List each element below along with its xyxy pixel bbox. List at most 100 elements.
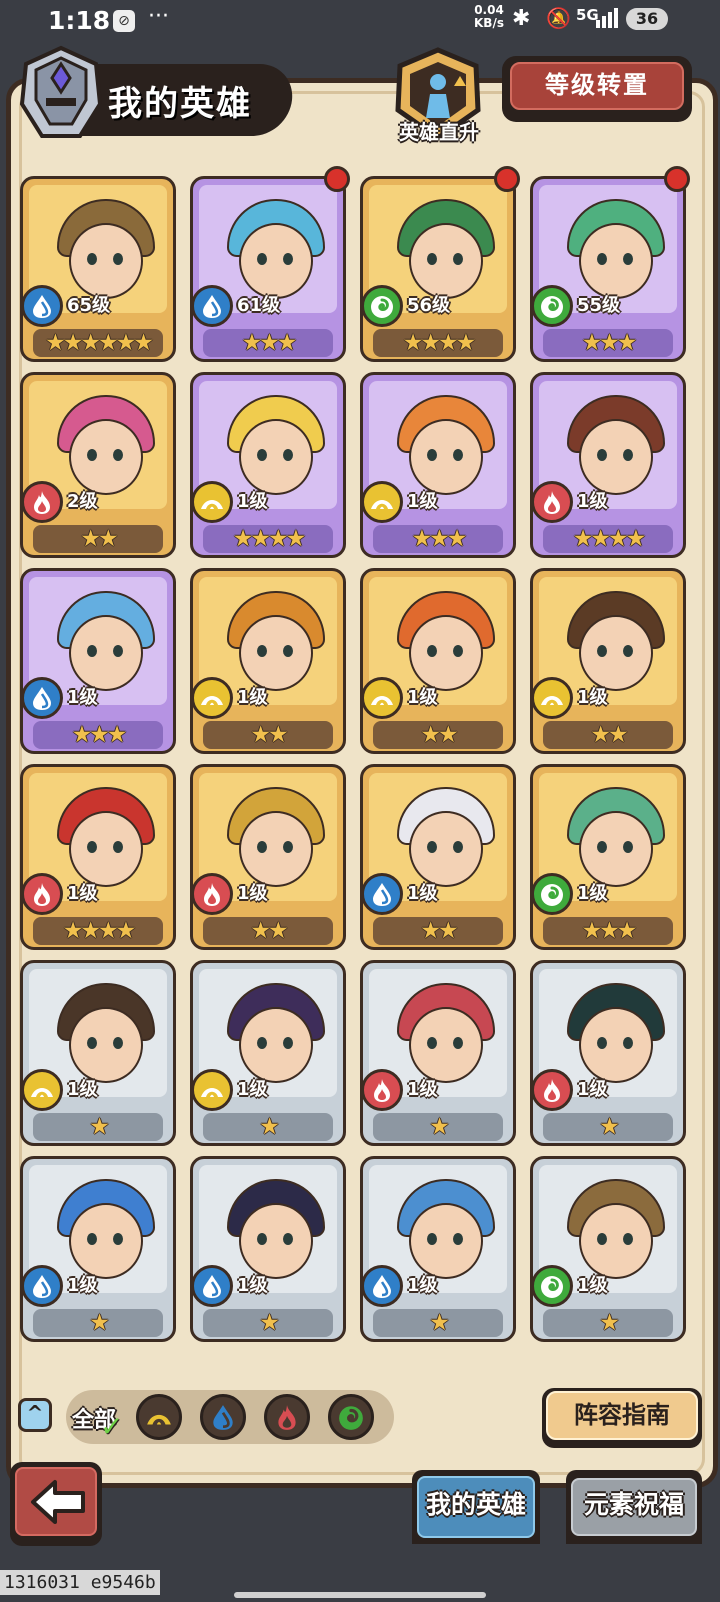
hero-card[interactable]: 1级 ★ [20, 1156, 176, 1342]
lineup-guide-button[interactable]: 阵容指南 [542, 1388, 702, 1448]
element-water-icon [23, 285, 63, 327]
hero-level: 56级 [407, 295, 451, 316]
hero-card[interactable]: 65级 ★★★★★★ [20, 176, 176, 362]
hero-card[interactable]: 55级 ★★★ [530, 176, 686, 362]
filter-water-button[interactable] [200, 1394, 246, 1440]
hero-card[interactable]: 1级 ★★ [530, 568, 686, 754]
home-indicator[interactable] [234, 1592, 486, 1598]
collapse-toggle-button[interactable]: ^ [18, 1398, 52, 1432]
tab-element-blessing-label[interactable]: 元素祝福 [571, 1478, 697, 1536]
hero-card[interactable]: 61级 ★★★ [190, 176, 346, 362]
hero-card[interactable]: 1级 ★★★ [20, 568, 176, 754]
star-icons: ★★ [420, 918, 458, 944]
hero-promote-label[interactable]: 英雄直升 [384, 116, 494, 145]
star-icons: ★★★★ [572, 526, 647, 552]
element-wind-icon [533, 285, 573, 327]
hero-level: 61级 [237, 295, 281, 316]
hero-card[interactable]: 2级 ★★ [20, 372, 176, 558]
hero-card[interactable]: 1级 ★★★★ [20, 764, 176, 950]
hero-card[interactable]: 1级 ★★★★ [530, 372, 686, 558]
hero-card[interactable]: 1级 ★ [530, 960, 686, 1146]
filter-fire-button[interactable] [264, 1394, 310, 1440]
hero-level: 1级 [67, 687, 98, 708]
star-rating: ★ [543, 1309, 673, 1337]
tab-element-blessing[interactable]: 元素祝福 [566, 1470, 702, 1544]
hero-card[interactable]: 56级 ★★★★ [360, 176, 516, 362]
hero-level: 1级 [237, 491, 268, 512]
star-rating: ★★★ [373, 525, 503, 553]
star-icons: ★★★★ [232, 526, 307, 552]
element-light-icon [193, 677, 233, 719]
hero-card[interactable]: 1级 ★ [360, 960, 516, 1146]
star-icons: ★★ [590, 722, 628, 748]
notification-dot-icon [324, 166, 350, 192]
filter-light-button[interactable] [136, 1394, 182, 1440]
star-rating: ★★ [373, 721, 503, 749]
star-rating: ★★★ [33, 721, 163, 749]
star-icons: ★ [599, 1114, 620, 1140]
element-water-icon [193, 285, 233, 327]
star-icons: ★ [259, 1114, 280, 1140]
element-light-icon [23, 1069, 63, 1111]
element-water-icon [23, 677, 63, 719]
hero-card[interactable]: 1级 ★ [360, 1156, 516, 1342]
star-icons: ★ [429, 1310, 450, 1336]
hero-card[interactable]: 1级 ★★ [190, 568, 346, 754]
hero-card[interactable]: 1级 ★★ [360, 764, 516, 950]
star-icons: ★★★ [581, 918, 638, 944]
hero-level: 1级 [237, 1275, 268, 1296]
hero-card[interactable]: 1级 ★ [20, 960, 176, 1146]
hero-card[interactable]: 1级 ★★★ [530, 764, 686, 950]
hero-level: 55级 [577, 295, 621, 316]
hero-card[interactable]: 1级 ★★ [190, 764, 346, 950]
star-rating: ★★★ [543, 917, 673, 945]
back-button[interactable] [10, 1462, 102, 1546]
hero-level: 1级 [577, 1079, 608, 1100]
level-reset-button[interactable]: 等级转置 [502, 56, 692, 122]
hero-level: 1级 [407, 491, 438, 512]
notification-icon: ⊘ [113, 10, 135, 32]
star-rating: ★★★★ [203, 525, 333, 553]
hero-card[interactable]: 1级 ★ [530, 1156, 686, 1342]
star-rating: ★ [203, 1309, 333, 1337]
hero-level: 2级 [67, 491, 98, 512]
lineup-guide-label[interactable]: 阵容指南 [546, 1391, 698, 1440]
element-fire-icon [533, 1069, 573, 1111]
checkmark-icon: ✓ [100, 1410, 124, 1443]
hero-card[interactable]: 1级 ★ [190, 960, 346, 1146]
hero-level: 1级 [67, 883, 98, 904]
star-rating: ★★★★ [33, 917, 163, 945]
page-title: 我的英雄 [108, 84, 252, 124]
level-reset-label[interactable]: 等级转置 [510, 62, 684, 110]
build-version: 1316031 e9546b [0, 1570, 160, 1595]
hero-level: 1级 [407, 1079, 438, 1100]
tab-my-heroes[interactable]: 我的英雄 [412, 1470, 540, 1544]
element-wind-icon [363, 285, 403, 327]
star-rating: ★ [373, 1309, 503, 1337]
element-fire-icon [193, 873, 233, 915]
hero-card[interactable]: 1级 ★ [190, 1156, 346, 1342]
star-icons: ★ [429, 1114, 450, 1140]
element-light-icon [363, 677, 403, 719]
battery-indicator: 36 [626, 8, 668, 30]
helmet-icon [19, 45, 103, 138]
hero-level: 65级 [67, 295, 111, 316]
filter-wind-button[interactable] [328, 1394, 374, 1440]
hero-card[interactable]: 1级 ★★★ [360, 372, 516, 558]
notification-dot-icon [664, 166, 690, 192]
element-light-icon [193, 1069, 233, 1111]
network-speed-unit: KB/s [474, 16, 504, 30]
hero-card[interactable]: 1级 ★★★★ [190, 372, 346, 558]
element-fire-icon [23, 481, 63, 523]
element-fire-icon [533, 481, 573, 523]
element-wind-icon [533, 1265, 573, 1307]
star-rating: ★★ [33, 525, 163, 553]
notification-dot-icon [494, 166, 520, 192]
hero-card[interactable]: 1级 ★★ [360, 568, 516, 754]
tab-my-heroes-label[interactable]: 我的英雄 [417, 1476, 535, 1538]
star-icons: ★ [259, 1310, 280, 1336]
back-arrow-icon [31, 1480, 85, 1524]
element-water-icon [363, 873, 403, 915]
star-rating: ★★★★ [373, 329, 503, 357]
hero-level: 1级 [577, 687, 608, 708]
